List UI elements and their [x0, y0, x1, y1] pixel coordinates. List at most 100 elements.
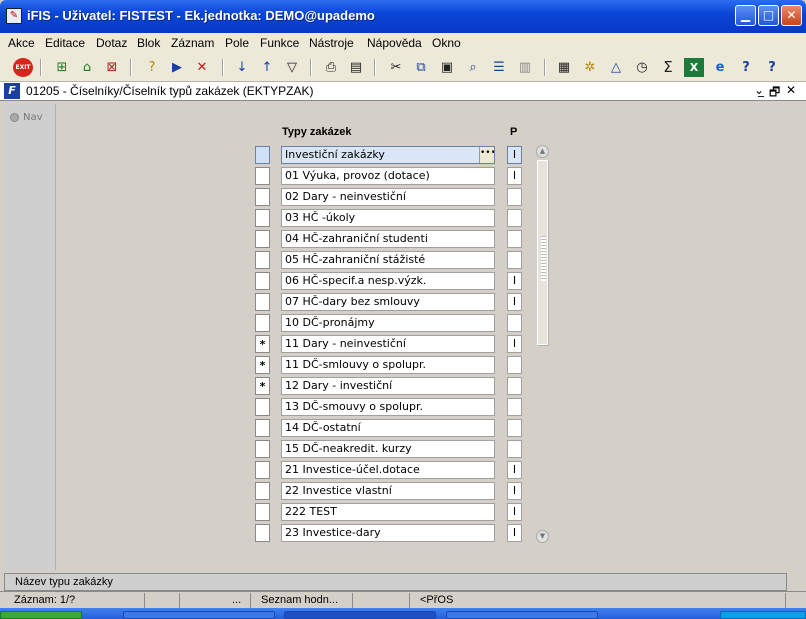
row-marker[interactable]	[255, 251, 270, 269]
maximize-button[interactable]: □	[758, 5, 779, 26]
name-field[interactable]: Investiční zakázky •••	[281, 146, 495, 164]
print-icon[interactable]: ⎙	[321, 58, 341, 77]
p-field[interactable]: I	[507, 272, 522, 290]
row-marker[interactable]	[255, 167, 270, 185]
sort-asc-icon[interactable]: ↓	[232, 58, 252, 77]
form-close-icon[interactable]: ✕	[786, 83, 796, 97]
taskbar-item-1[interactable]	[123, 611, 275, 619]
p-field[interactable]: I	[507, 461, 522, 479]
row-marker[interactable]	[255, 314, 270, 332]
p-field[interactable]: I	[507, 335, 522, 353]
p-field[interactable]	[507, 356, 522, 374]
filter-icon[interactable]: ▽	[282, 58, 302, 77]
p-field[interactable]	[507, 209, 522, 227]
taskbar-item-3[interactable]	[446, 611, 598, 619]
lov-button-icon[interactable]: •••	[479, 147, 494, 163]
search-icon[interactable]: ⌕	[463, 58, 483, 77]
row-marker[interactable]	[255, 524, 270, 542]
p-field[interactable]: I	[507, 482, 522, 500]
calculator-icon[interactable]: ▦	[554, 58, 574, 77]
row-marker[interactable]	[255, 209, 270, 227]
menu-blok[interactable]: Blok	[137, 36, 160, 50]
scroll-thumb[interactable]	[537, 160, 548, 345]
ruler-icon[interactable]: △	[606, 58, 626, 77]
p-field[interactable]: I	[507, 293, 522, 311]
p-field[interactable]	[507, 314, 522, 332]
name-field[interactable]: 03 HČ -úkoly	[281, 209, 495, 227]
taskbar-item-2[interactable]	[284, 611, 436, 619]
name-field[interactable]: 222 TEST	[281, 503, 495, 521]
row-marker[interactable]	[255, 461, 270, 479]
save-icon[interactable]: ⌂	[77, 58, 97, 77]
menu-editace[interactable]: Editace	[45, 36, 85, 50]
p-field[interactable]	[507, 377, 522, 395]
p-field[interactable]	[507, 188, 522, 206]
p-field[interactable]	[507, 230, 522, 248]
row-marker[interactable]	[255, 440, 270, 458]
name-field[interactable]: 07 HČ-dary bez smlouvy	[281, 293, 495, 311]
p-field[interactable]: I	[507, 146, 522, 164]
row-marker[interactable]	[255, 293, 270, 311]
name-field[interactable]: 15 DČ-neakredit. kurzy	[281, 440, 495, 458]
list-icon[interactable]: ☰	[489, 58, 509, 77]
row-marker[interactable]	[255, 272, 270, 290]
name-field[interactable]: 06 HČ-specif.a nesp.výzk.	[281, 272, 495, 290]
execute-query-icon[interactable]: ▶	[167, 58, 187, 77]
close-button[interactable]: ✕	[781, 5, 802, 26]
columns-icon[interactable]: ▥	[515, 58, 535, 77]
form-minimize-icon[interactable]: ⌄̲	[754, 83, 764, 97]
name-field[interactable]: 01 Výuka, provoz (dotace)	[281, 167, 495, 185]
menu-okno[interactable]: Okno	[432, 36, 461, 50]
menu-dotaz[interactable]: Dotaz	[96, 36, 127, 50]
row-marker[interactable]	[255, 146, 270, 164]
name-field[interactable]: 22 Investice vlastní	[281, 482, 495, 500]
paste-icon[interactable]: ▣	[437, 58, 457, 77]
scroll-up-icon[interactable]: ▲	[536, 145, 549, 158]
row-marker[interactable]	[255, 230, 270, 248]
name-field[interactable]: 14 DČ-ostatní	[281, 419, 495, 437]
menu-zaznam[interactable]: Záznam	[171, 36, 214, 50]
menu-nastroje[interactable]: Nástroje	[309, 36, 354, 50]
clock-icon[interactable]: ◷	[632, 58, 652, 77]
row-marker[interactable]: *	[255, 335, 270, 353]
exit-icon[interactable]: EXIT	[13, 58, 33, 77]
row-marker[interactable]: *	[255, 377, 270, 395]
name-field[interactable]: 04 HČ-zahraniční studenti	[281, 230, 495, 248]
cut-icon[interactable]: ✂	[386, 58, 406, 77]
p-field[interactable]	[507, 398, 522, 416]
sort-desc-icon[interactable]: ↑	[257, 58, 277, 77]
row-marker[interactable]	[255, 188, 270, 206]
menu-pole[interactable]: Pole	[225, 36, 249, 50]
minimize-button[interactable]: ▁	[735, 5, 756, 26]
menu-akce[interactable]: Akce	[8, 36, 35, 50]
menu-napoveda[interactable]: Nápověda	[367, 36, 422, 50]
p-field[interactable]	[507, 419, 522, 437]
form-restore-icon[interactable]: 🗗	[769, 83, 780, 104]
name-field[interactable]: 21 Investice-účel.dotace	[281, 461, 495, 479]
insert-record-icon[interactable]: ⊞	[52, 58, 72, 77]
vertical-scrollbar[interactable]: ▲ ▼	[536, 145, 549, 543]
delete-record-icon[interactable]: ⊠	[102, 58, 122, 77]
browser-icon[interactable]: e	[710, 58, 730, 77]
settings-icon[interactable]: ✲	[580, 58, 600, 77]
p-field[interactable]: I	[507, 503, 522, 521]
name-field[interactable]: 02 Dary - neinvestiční	[281, 188, 495, 206]
name-field[interactable]: 05 HČ-zahraniční stážisté	[281, 251, 495, 269]
start-button[interactable]	[0, 611, 82, 619]
copy-icon[interactable]: ⧉	[411, 58, 431, 77]
p-field[interactable]	[507, 251, 522, 269]
sum-icon[interactable]: Σ	[658, 58, 678, 77]
print-preview-icon[interactable]: ▤	[346, 58, 366, 77]
menu-funkce[interactable]: Funkce	[260, 36, 299, 50]
excel-icon[interactable]: X	[684, 58, 704, 77]
row-marker[interactable]: *	[255, 356, 270, 374]
context-help-icon[interactable]: ?	[762, 58, 782, 77]
name-field[interactable]: 11 DČ-smlouvy o spolupr.	[281, 356, 495, 374]
row-marker[interactable]	[255, 482, 270, 500]
p-field[interactable]	[507, 440, 522, 458]
name-field[interactable]: 13 DČ-smouvy o spolupr.	[281, 398, 495, 416]
name-field[interactable]: 10 DČ-pronájmy	[281, 314, 495, 332]
name-field[interactable]: 23 Investice-dary	[281, 524, 495, 542]
row-marker[interactable]	[255, 419, 270, 437]
p-field[interactable]: I	[507, 524, 522, 542]
